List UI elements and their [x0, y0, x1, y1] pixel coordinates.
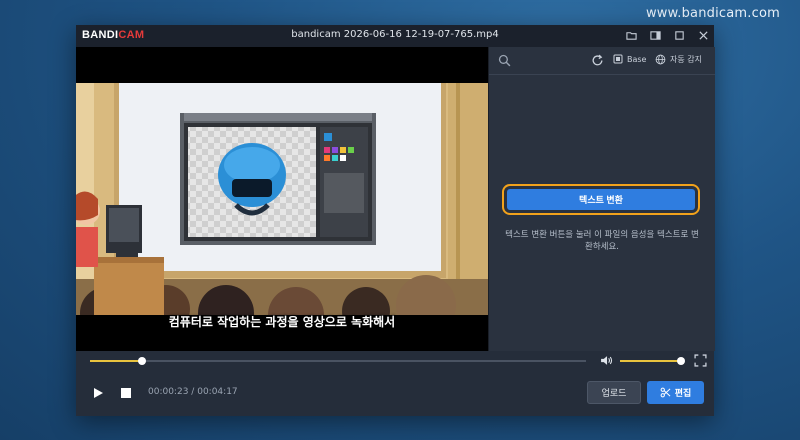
volume-handle[interactable] — [676, 357, 685, 365]
convert-to-text-button[interactable]: 텍스트 변환 — [502, 184, 700, 215]
title-bar: BANDICAM bandicam 2026-06-16 12-19-07-76… — [76, 25, 714, 47]
close-icon[interactable] — [696, 28, 710, 42]
classroom-illustration — [76, 83, 488, 315]
convert-hint: 텍스트 변환 버튼을 눌러 이 파일의 음성을 텍스트로 변환하세요. — [505, 230, 699, 252]
open-folder-icon[interactable] — [624, 28, 638, 42]
seek-row — [76, 351, 714, 371]
scissors-icon — [660, 387, 671, 398]
playback-controls: 00:00:23 / 00:04:17 업로드 편집 — [76, 371, 714, 416]
time-separator: / — [191, 387, 195, 397]
video-subtitle: 컴퓨터로 작업하는 과정을 영상으로 녹화해서 — [168, 315, 396, 329]
window-controls — [624, 28, 710, 42]
stop-icon[interactable] — [121, 388, 131, 398]
globe-icon — [655, 54, 666, 65]
video-viewport[interactable]: 컴퓨터로 작업하는 과정을 영상으로 녹화해서 — [76, 47, 488, 351]
model-label: Base — [627, 54, 647, 64]
refresh-icon[interactable] — [591, 54, 604, 67]
edit-button[interactable]: 편집 — [647, 381, 704, 404]
player-window: BANDICAM bandicam 2026-06-16 12-19-07-76… — [76, 25, 715, 416]
volume-icon[interactable] — [600, 354, 613, 367]
watermark-url: www.bandicam.com — [645, 6, 780, 21]
fullscreen-icon[interactable] — [694, 354, 707, 367]
language-selector[interactable]: 자동 감지 — [655, 54, 702, 65]
seek-handle[interactable] — [137, 357, 146, 365]
model-chip-icon — [613, 54, 623, 64]
layout-toggle-icon[interactable] — [648, 28, 662, 42]
volume-slider[interactable] — [620, 357, 685, 365]
file-title: bandicam 2026-06-16 12-19-07-765.mp4 — [291, 29, 499, 40]
upload-button[interactable]: 업로드 — [587, 381, 641, 404]
panel-toolbar: Base 자동 감지 — [489, 47, 715, 75]
total-time: 00:04:17 — [197, 387, 238, 397]
search-icon[interactable] — [498, 54, 511, 67]
volume-level — [620, 360, 681, 362]
time-display: 00:00:23 / 00:04:17 — [148, 387, 238, 397]
maximize-icon[interactable] — [672, 28, 686, 42]
edit-button-label: 편집 — [674, 388, 692, 398]
video-frame — [76, 83, 488, 315]
play-icon[interactable] — [92, 387, 104, 399]
language-label: 자동 감지 — [670, 55, 702, 64]
seek-progress — [90, 360, 142, 362]
seek-bar[interactable] — [90, 357, 586, 365]
model-selector[interactable]: Base — [613, 54, 646, 64]
current-time: 00:00:23 — [148, 387, 189, 397]
transcription-panel: Base 자동 감지 텍스트 변환 텍스트 변환 버튼을 눌러 이 파일의 음성… — [488, 47, 715, 351]
